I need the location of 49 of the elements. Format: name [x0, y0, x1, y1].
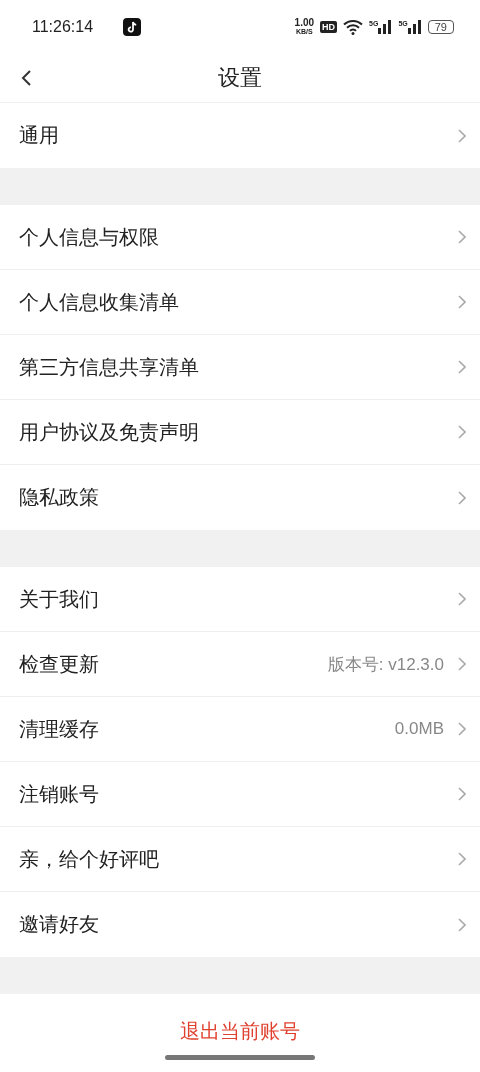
logout-button[interactable]: 退出当前账号: [172, 1014, 308, 1049]
chevron-icon: [458, 425, 466, 439]
item-value: 0.0MB: [394, 719, 444, 739]
settings-item[interactable]: 个人信息与权限: [0, 205, 480, 270]
chevron-icon: [458, 128, 466, 143]
chevron-icon: [458, 657, 466, 671]
settings-item[interactable]: 通用: [0, 103, 480, 168]
item-value: 版本号: v12.3.0: [327, 653, 444, 676]
hd-badge: HD: [320, 21, 338, 33]
item-label: 清理缓存: [19, 715, 100, 743]
settings-item[interactable]: 第三方信息共享清单: [0, 335, 480, 400]
chevron-icon: [458, 722, 466, 736]
item-label: 亲，给个好评吧: [19, 845, 160, 873]
chevron-icon: [458, 787, 466, 801]
wifi-icon: [343, 19, 364, 35]
settings-item[interactable]: 检查更新 版本号: v12.3.0: [0, 632, 480, 697]
settings-item[interactable]: 注销账号: [0, 762, 480, 827]
chevron-icon: [458, 852, 466, 866]
chevron-icon: [458, 230, 466, 244]
item-label: 邀请好友: [19, 911, 100, 938]
settings-item[interactable]: 亲，给个好评吧: [0, 827, 480, 892]
chevron-icon: [458, 592, 466, 606]
chevron-icon: [458, 360, 466, 374]
signal-icon: [407, 20, 422, 34]
settings-item[interactable]: 隐私政策: [0, 465, 480, 530]
settings-item[interactable]: 清理缓存 0.0MB: [0, 697, 480, 762]
battery-level: 79: [427, 20, 454, 34]
item-label: 用户协议及免责声明: [19, 418, 200, 446]
item-label: 个人信息收集清单: [19, 288, 180, 316]
chevron-icon: [458, 490, 466, 505]
note-app-icon: [123, 18, 142, 36]
item-label: 关于我们: [19, 585, 100, 613]
item-label: 隐私政策: [19, 484, 100, 511]
signal-icon: [378, 20, 393, 34]
item-label: 检查更新: [19, 650, 100, 678]
item-label: 通用: [19, 122, 60, 149]
settings-item[interactable]: 关于我们: [0, 567, 480, 632]
status-time: 11:26:14: [32, 18, 94, 36]
chevron-icon: [458, 295, 466, 309]
chevron-icon: [458, 917, 466, 932]
settings-item[interactable]: 邀请好友: [0, 892, 480, 957]
network-speed: 1.00: [294, 18, 315, 27]
back-icon[interactable]: [20, 69, 32, 87]
item-label: 个人信息与权限: [19, 223, 160, 251]
item-label: 第三方信息共享清单: [19, 353, 200, 381]
item-label: 注销账号: [19, 780, 100, 808]
page-title: 设置: [218, 64, 262, 92]
settings-item[interactable]: 个人信息收集清单: [0, 270, 480, 335]
settings-item[interactable]: 用户协议及免责声明: [0, 400, 480, 465]
